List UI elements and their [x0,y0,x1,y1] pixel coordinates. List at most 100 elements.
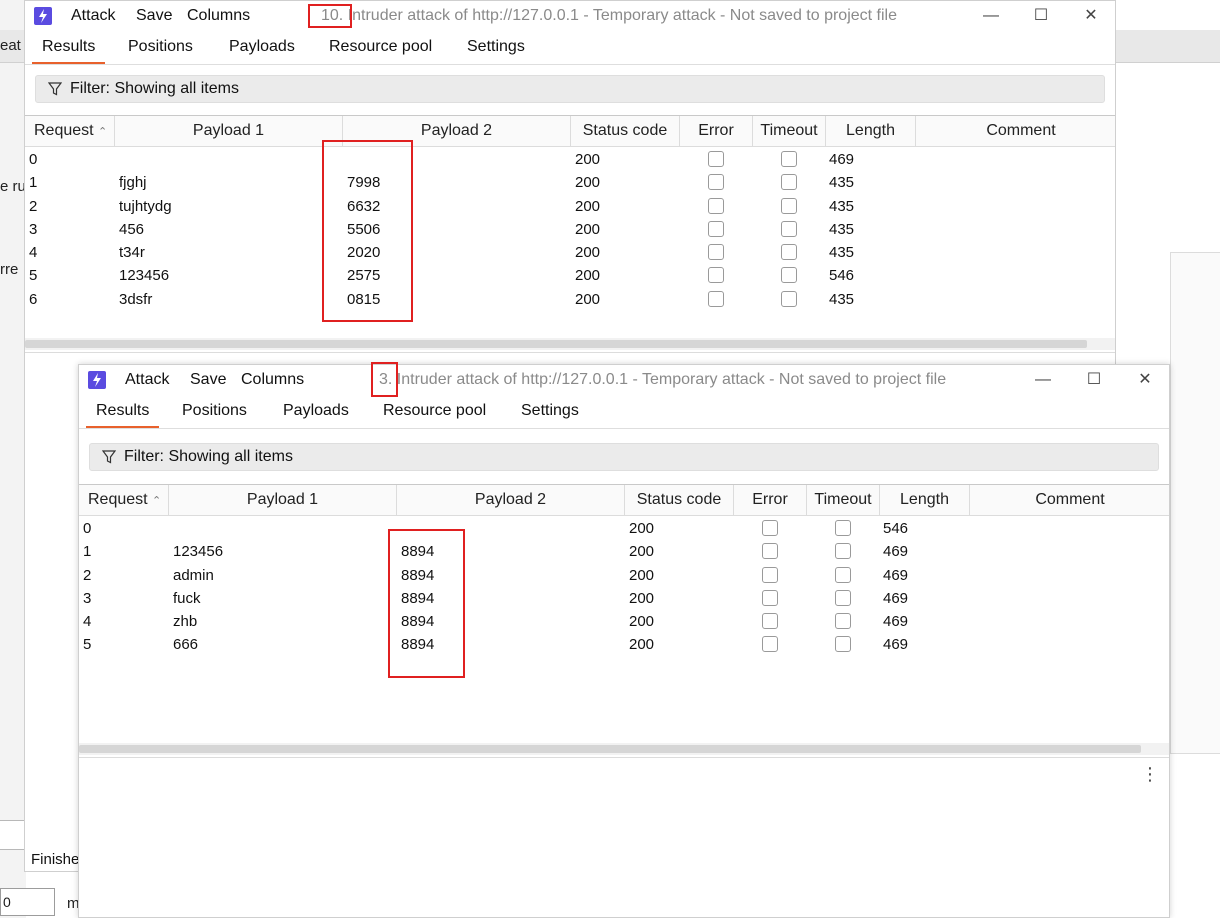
maximize-button[interactable]: ☐ [1029,4,1053,28]
column-status-code[interactable]: Status code [571,116,680,146]
timeout-checkbox[interactable] [781,290,797,307]
column-status-code[interactable]: Status code [625,485,734,515]
error-checkbox[interactable] [762,636,778,653]
timeout-checkbox[interactable] [835,613,851,630]
timeout-checkbox[interactable] [835,636,851,653]
filter-bar[interactable]: Filter: Showing all items [89,443,1159,471]
timeout-checkbox[interactable] [835,543,851,560]
error-checkbox[interactable] [708,174,724,191]
error-checkbox[interactable] [708,244,724,261]
timeout-checkbox[interactable] [781,151,797,167]
column-request[interactable]: Request ⌃ [25,116,115,146]
error-checkbox[interactable] [762,566,778,583]
cell-status: 200 [629,636,655,654]
title-bar: Attack Save Columns 3. Intruder attack o… [79,365,1169,395]
timeout-checkbox[interactable] [781,197,797,214]
horizontal-scrollbar[interactable] [25,338,1115,350]
maximize-button[interactable]: ☐ [1082,368,1106,392]
more-options-icon[interactable]: ⋮ [1141,765,1159,783]
column-comment[interactable]: Comment [916,116,1126,146]
cell-payload-1: 666 [173,636,199,654]
tab-payloads[interactable]: Payloads [229,38,295,56]
timeout-checkbox[interactable] [781,267,797,284]
error-checkbox[interactable] [708,220,724,237]
column-timeout[interactable]: Timeout [807,485,880,515]
close-button[interactable]: ✕ [1079,4,1103,28]
timeout-checkbox[interactable] [781,174,797,191]
tab-resource-pool[interactable]: Resource pool [329,38,432,56]
error-checkbox[interactable] [708,151,724,167]
pane-divider[interactable] [25,352,1115,353]
cell-payload-1: 123456 [119,267,170,285]
cell-status: 200 [629,566,655,584]
table-row[interactable]: 1 fjghj 7998 200 435 [25,171,1115,194]
column-payload-1[interactable]: Payload 1 [169,485,397,515]
background-number-input[interactable]: 0 [0,888,55,916]
cell-payload-1: tujhtydg [119,197,172,215]
column-payload-1[interactable]: Payload 1 [115,116,343,146]
table-row[interactable]: 4 zhb 8894 200 469 [79,610,1169,633]
error-checkbox[interactable] [762,613,778,630]
table-row[interactable]: 6 3dsfr 0815 200 435 [25,288,1115,311]
cell-status: 200 [575,244,601,262]
table-row[interactable]: 0 200 469 [25,148,1115,171]
table-row[interactable]: 0 200 546 [79,517,1169,540]
minimize-button[interactable]: — [979,4,1003,28]
table-row[interactable]: 3 fuck 8894 200 469 [79,587,1169,610]
cell-length: 469 [883,543,909,561]
column-request[interactable]: Request ⌃ [79,485,169,515]
horizontal-scrollbar[interactable] [79,743,1169,755]
tab-positions[interactable]: Positions [128,38,193,56]
timeout-checkbox[interactable] [781,244,797,261]
tab-payloads[interactable]: Payloads [283,402,349,420]
timeout-checkbox[interactable] [835,520,851,536]
error-checkbox[interactable] [708,197,724,214]
timeout-checkbox[interactable] [835,566,851,583]
tab-settings[interactable]: Settings [467,38,525,56]
table-row[interactable]: 4 t34r 2020 200 435 [25,241,1115,264]
table-row[interactable]: 2 tujhtydg 6632 200 435 [25,195,1115,218]
close-button[interactable]: ✕ [1133,368,1157,392]
error-checkbox[interactable] [762,543,778,560]
column-error[interactable]: Error [734,485,807,515]
table-row[interactable]: 5 666 8894 200 469 [79,633,1169,656]
scrollbar-thumb[interactable] [25,340,1087,348]
table-row[interactable]: 3 456 5506 200 435 [25,218,1115,241]
column-payload-2[interactable]: Payload 2 [397,485,625,515]
table-row[interactable]: 5 123456 2575 200 546 [25,264,1115,287]
filter-bar[interactable]: Filter: Showing all items [35,75,1105,103]
cell-status: 200 [575,174,601,192]
column-comment[interactable]: Comment [970,485,1170,515]
tab-results[interactable]: Results [31,38,106,64]
menu-save[interactable]: Save [136,7,172,25]
tab-settings[interactable]: Settings [521,402,579,420]
tab-resource-pool[interactable]: Resource pool [383,402,486,420]
menu-columns[interactable]: Columns [187,7,250,25]
error-checkbox[interactable] [708,290,724,307]
column-timeout[interactable]: Timeout [753,116,826,146]
minimize-button[interactable]: — [1031,368,1055,392]
error-checkbox[interactable] [762,589,778,606]
menu-attack[interactable]: Attack [125,371,169,389]
cell-status: 200 [575,151,601,168]
table-row[interactable]: 2 admin 8894 200 469 [79,564,1169,587]
cell-request: 4 [29,244,38,262]
pane-divider[interactable] [79,757,1169,758]
column-error[interactable]: Error [680,116,753,146]
filter-label: Filter: Showing all items [124,448,293,465]
tab-positions[interactable]: Positions [182,402,247,420]
menu-attack[interactable]: Attack [71,7,115,25]
tab-results[interactable]: Results [85,402,160,428]
cell-status: 200 [575,220,601,238]
column-length[interactable]: Length [880,485,970,515]
timeout-checkbox[interactable] [781,220,797,237]
column-length[interactable]: Length [826,116,916,146]
scrollbar-thumb[interactable] [79,745,1141,753]
results-table: Request ⌃ Payload 1 Payload 2 Status cod… [25,115,1115,311]
timeout-checkbox[interactable] [835,589,851,606]
error-checkbox[interactable] [762,520,778,536]
table-row[interactable]: 1 123456 8894 200 469 [79,540,1169,563]
error-checkbox[interactable] [708,267,724,284]
menu-save[interactable]: Save [190,371,226,389]
menu-columns[interactable]: Columns [241,371,304,389]
